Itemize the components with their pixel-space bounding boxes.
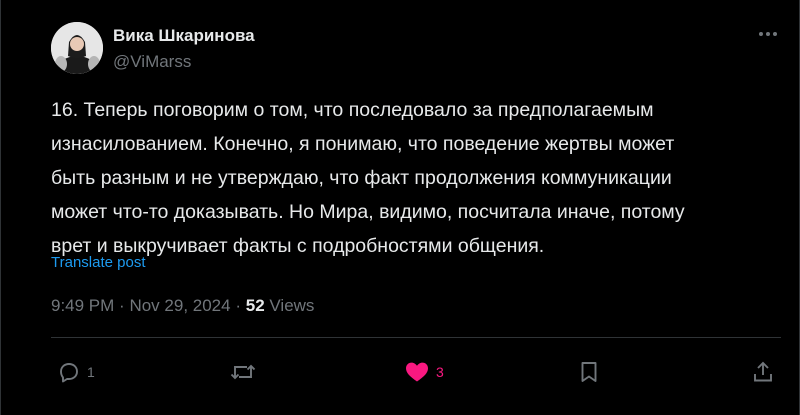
action-bar: 1 3 [1,354,800,390]
reply-button[interactable]: 1 [57,354,95,390]
more-options-button[interactable] [753,24,783,44]
bookmark-button[interactable] [578,354,600,390]
like-button[interactable]: 3 [404,354,444,390]
tweet-text-line: быть разным и не утверждаю, что факт про… [51,167,672,189]
views-count: 52 [245,296,265,315]
bookmark-icon [581,362,597,382]
more-icon [759,32,777,36]
post-time[interactable]: 9:49 PM [51,296,114,315]
avatar-image [51,22,103,74]
repost-icon [230,364,256,380]
author-handle[interactable]: @ViMarss [113,52,191,72]
post-date[interactable]: Nov 29, 2024 [129,296,230,315]
tweet-text-line: врет и выкручивает факты с подробностями… [51,235,545,257]
repost-button[interactable] [230,354,262,390]
tweet-card: Вика Шкаринова @ViMarss 16. Теперь погов… [0,0,800,415]
heart-filled-icon [406,362,428,382]
tweet-text-line: изнасилованием. Конечно, я понимаю, что … [51,133,675,155]
reply-icon [60,363,78,383]
divider [51,337,781,338]
share-button[interactable] [751,354,775,390]
tweet-text-line: 16. Теперь поговорим о том, что последов… [51,99,654,121]
like-count: 3 [436,364,444,380]
views-label: Views [269,296,315,315]
meta-separator: · [119,296,125,315]
author-name[interactable]: Вика Шкаринова [113,26,255,46]
tweet-text-line: может что-то доказывать. Но Мира, видимо… [51,201,685,223]
share-icon [754,361,772,382]
tweet-text: 16. Теперь поговорим о том, что последов… [51,93,781,263]
tweet-meta: 9:49 PM · Nov 29, 2024 · 52 Views [51,296,314,316]
meta-separator: · [235,296,241,315]
reply-count: 1 [87,364,95,380]
translate-post-link[interactable]: Translate post [51,254,146,271]
avatar[interactable] [51,22,103,74]
